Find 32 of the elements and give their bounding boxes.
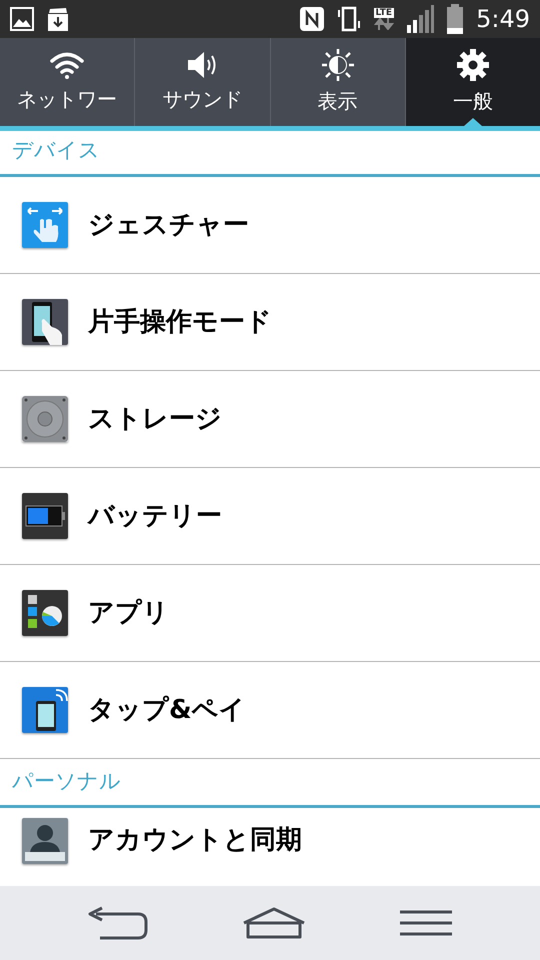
section-header: デバイス <box>12 136 100 164</box>
item-label: 片手操作モード <box>88 306 272 338</box>
home-icon[interactable] <box>242 907 306 939</box>
tab[interactable]: 一般 <box>404 38 540 126</box>
clock: 5:49 <box>476 4 530 35</box>
apps-chart-icon <box>22 590 68 636</box>
item-label: タップ&ペイ <box>88 694 246 726</box>
disk-drive-icon <box>22 396 68 442</box>
battery-icon <box>22 493 68 539</box>
menu-icon[interactable] <box>398 909 454 937</box>
vibrate-icon <box>336 5 362 33</box>
item-label: ストレージ <box>88 402 222 436</box>
item-label: ジェスチャー <box>88 208 249 242</box>
brightness-icon <box>320 48 356 82</box>
phone-hand-icon <box>22 299 68 345</box>
network-type: LTE <box>374 8 394 18</box>
item-label: アプリ <box>88 596 169 630</box>
back-icon[interactable] <box>86 906 150 940</box>
signal-icon <box>406 5 434 33</box>
swipe-hand-icon <box>22 202 68 248</box>
item-label: バッテリー <box>88 500 222 532</box>
wifi-icon <box>49 50 86 80</box>
item-label: アカウントと同期 <box>88 824 302 857</box>
phone-signal-icon <box>22 687 68 733</box>
gear-icon <box>456 48 490 82</box>
section-header: パーソナル <box>12 768 121 794</box>
battery-icon <box>446 4 464 34</box>
data-arrows-icon <box>374 18 394 30</box>
person-icon <box>22 818 68 864</box>
download-icon <box>46 6 70 32</box>
image-icon <box>10 7 34 31</box>
nfc-icon <box>300 7 324 31</box>
